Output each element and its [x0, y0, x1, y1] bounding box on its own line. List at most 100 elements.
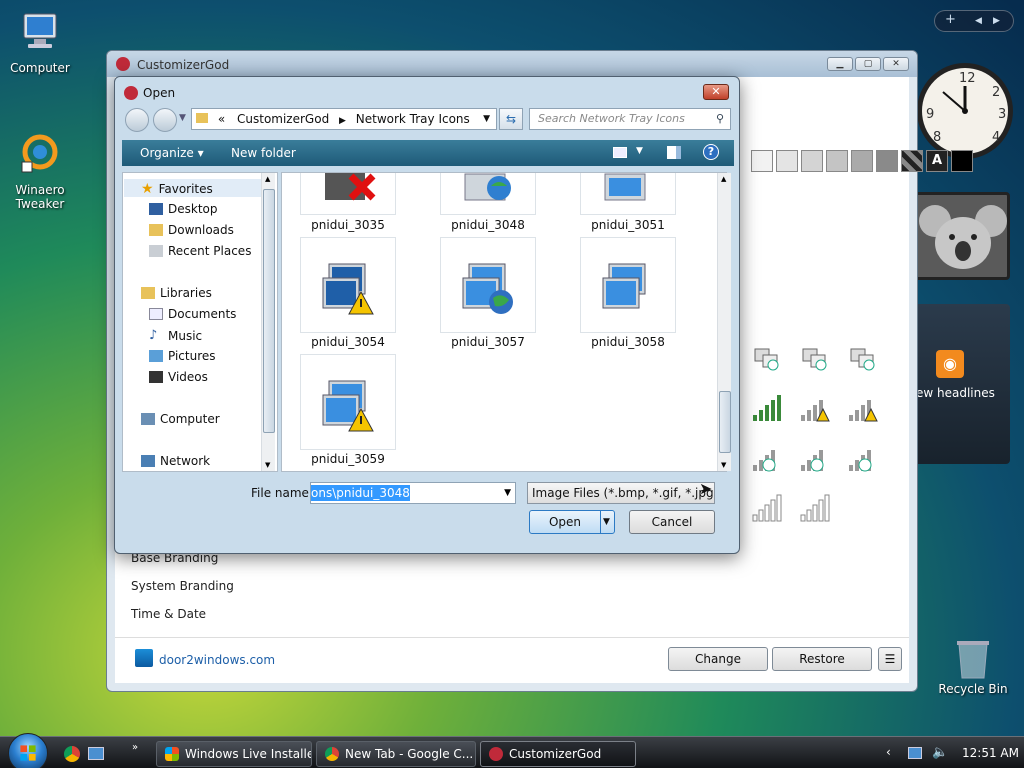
network-tray-icon[interactable] [908, 747, 922, 759]
change-view-icon[interactable] [613, 147, 627, 158]
color-swatch[interactable]: A [926, 150, 948, 172]
scroll-thumb[interactable] [263, 189, 275, 433]
change-button[interactable]: Change [668, 647, 768, 671]
desktop-icon-recycle-bin[interactable]: Recycle Bin [938, 636, 1008, 696]
close-dialog-button[interactable]: ✕ [703, 84, 729, 100]
signal-warning-icon[interactable] [845, 393, 879, 423]
cancel-button[interactable]: Cancel [629, 510, 715, 534]
category-base-branding[interactable]: Base Branding [131, 551, 234, 579]
color-swatch[interactable] [776, 150, 798, 172]
preview-pane-icon[interactable] [667, 146, 681, 159]
back-button[interactable] [125, 108, 149, 132]
breadcrumb-customizergod[interactable]: CustomizerGod [237, 112, 329, 126]
nav-pictures[interactable]: Pictures [149, 349, 216, 363]
file-tile[interactable] [300, 237, 396, 333]
organize-menu[interactable]: Organize ▾ [140, 146, 204, 160]
nav-desktop[interactable]: Desktop [149, 202, 218, 216]
signal-empty-icon[interactable] [749, 493, 783, 523]
window-titlebar[interactable]: CustomizerGod ▁ ▢ ✕ [107, 51, 917, 77]
signal-warning-icon[interactable] [797, 393, 831, 423]
color-swatch[interactable] [801, 150, 823, 172]
signal-info-icon[interactable] [749, 443, 783, 473]
maximize-button[interactable]: ▢ [855, 57, 881, 71]
view-dropdown-icon[interactable]: ▼ [636, 146, 643, 156]
nav-favorites[interactable]: ★ Favorites [141, 181, 213, 197]
show-desktop-icon[interactable] [88, 747, 104, 760]
scroll-down-icon[interactable]: ▼ [721, 461, 726, 469]
door2windows-link[interactable]: door2windows.com [159, 653, 275, 667]
file-tile[interactable] [440, 173, 536, 215]
task-new-tab-google-chrome[interactable]: New Tab - Google C... [316, 741, 476, 767]
add-gadget-icon[interactable]: + [945, 12, 956, 27]
nav-music[interactable]: ♪ Music [149, 328, 202, 343]
open-button[interactable]: Open ▼ [529, 510, 615, 534]
signal-info-icon[interactable] [845, 443, 879, 473]
help-icon[interactable]: ? [703, 144, 719, 160]
file-name-dropdown-icon[interactable]: ▼ [504, 483, 511, 503]
gadget-toolbar[interactable]: + ◀ ▶ [934, 10, 1014, 32]
file-name-input[interactable]: ons\pnidui_3048 ▼ [310, 482, 516, 504]
nav-computer[interactable]: Computer [141, 412, 220, 426]
slideshow-gadget[interactable] [910, 192, 1010, 280]
network-disconnected-icon[interactable] [797, 343, 831, 373]
color-swatch[interactable] [876, 150, 898, 172]
file-tile[interactable] [440, 237, 536, 333]
search-input[interactable]: Search Network Tray Icons ⚲ [529, 108, 731, 130]
start-button[interactable] [8, 733, 48, 768]
close-window-button[interactable]: ✕ [883, 57, 909, 71]
signal-full-icon[interactable] [749, 393, 783, 423]
menu-button[interactable]: ☰ [878, 647, 902, 671]
color-swatch[interactable] [851, 150, 873, 172]
file-tile[interactable] [580, 237, 676, 333]
prev-gadget-icon[interactable]: ◀ [975, 16, 982, 26]
scroll-up-icon[interactable]: ▲ [265, 175, 270, 183]
signal-empty-icon[interactable] [797, 493, 831, 523]
category-time-date[interactable]: Time & Date [131, 607, 234, 635]
file-type-select[interactable]: Image Files (*.bmp, *.gif, *.jpg, [527, 482, 715, 504]
breadcrumb-network-tray-icons[interactable]: Network Tray Icons [356, 112, 470, 126]
color-swatch[interactable] [951, 150, 973, 172]
recent-pages-chevron-icon[interactable]: ▼ [179, 113, 186, 123]
scroll-thumb[interactable] [719, 391, 731, 453]
task-windows-live-installer[interactable]: Windows Live Installer [156, 741, 312, 767]
desktop-icon-winaero-tweaker[interactable]: Winaero Tweaker [0, 118, 80, 225]
file-tile[interactable] [580, 173, 676, 215]
color-swatch[interactable] [901, 150, 923, 172]
next-gadget-icon[interactable]: ▶ [993, 16, 1000, 26]
file-tile[interactable] [300, 173, 396, 215]
scroll-down-icon[interactable]: ▼ [265, 461, 270, 469]
network-disconnected-icon[interactable] [749, 343, 783, 373]
open-dropdown-icon[interactable]: ▼ [600, 511, 612, 533]
address-dropdown-icon[interactable]: ▼ [483, 109, 490, 129]
address-bar[interactable]: « CustomizerGod ▶ Network Tray Icons ▼ [191, 108, 497, 130]
chrome-quicklaunch-icon[interactable] [64, 746, 80, 762]
refresh-button[interactable]: ⇆ [499, 108, 523, 130]
nav-downloads[interactable]: Downloads [149, 223, 234, 237]
breadcrumb-prefix[interactable]: « [218, 112, 225, 126]
desktop-icon-computer[interactable]: Computer [0, 10, 80, 75]
nav-libraries[interactable]: Libraries [141, 286, 212, 300]
forward-button[interactable] [153, 108, 177, 132]
signal-info-icon[interactable] [797, 443, 831, 473]
category-system-branding[interactable]: System Branding [131, 579, 234, 607]
quicklaunch-overflow-icon[interactable]: » [132, 742, 138, 753]
nav-recent-places[interactable]: Recent Places [149, 244, 251, 258]
color-swatch[interactable] [826, 150, 848, 172]
minimize-button[interactable]: ▁ [827, 57, 853, 71]
feed-headlines-gadget[interactable]: ◉ ew headlines [910, 304, 1010, 464]
network-disconnected-icon[interactable] [845, 343, 879, 373]
volume-muted-icon[interactable]: 🔈 [932, 745, 948, 760]
taskbar-clock[interactable]: 12:51 AM [962, 746, 1019, 760]
nav-documents[interactable]: Documents [149, 307, 236, 321]
color-swatch[interactable] [751, 150, 773, 172]
nav-videos[interactable]: Videos [149, 370, 208, 384]
new-folder-button[interactable]: New folder [231, 146, 296, 160]
restore-button[interactable]: Restore [772, 647, 872, 671]
file-list-scrollbar[interactable]: ▲ ▼ [717, 173, 731, 471]
navigation-scrollbar[interactable]: ▲ ▼ [261, 173, 275, 471]
breadcrumb-separator-icon[interactable]: ▶ [339, 116, 346, 126]
show-hidden-icons-icon[interactable]: ‹ [886, 745, 891, 759]
file-tile[interactable] [300, 354, 396, 450]
scroll-up-icon[interactable]: ▲ [721, 175, 726, 183]
nav-network[interactable]: Network [141, 454, 210, 468]
